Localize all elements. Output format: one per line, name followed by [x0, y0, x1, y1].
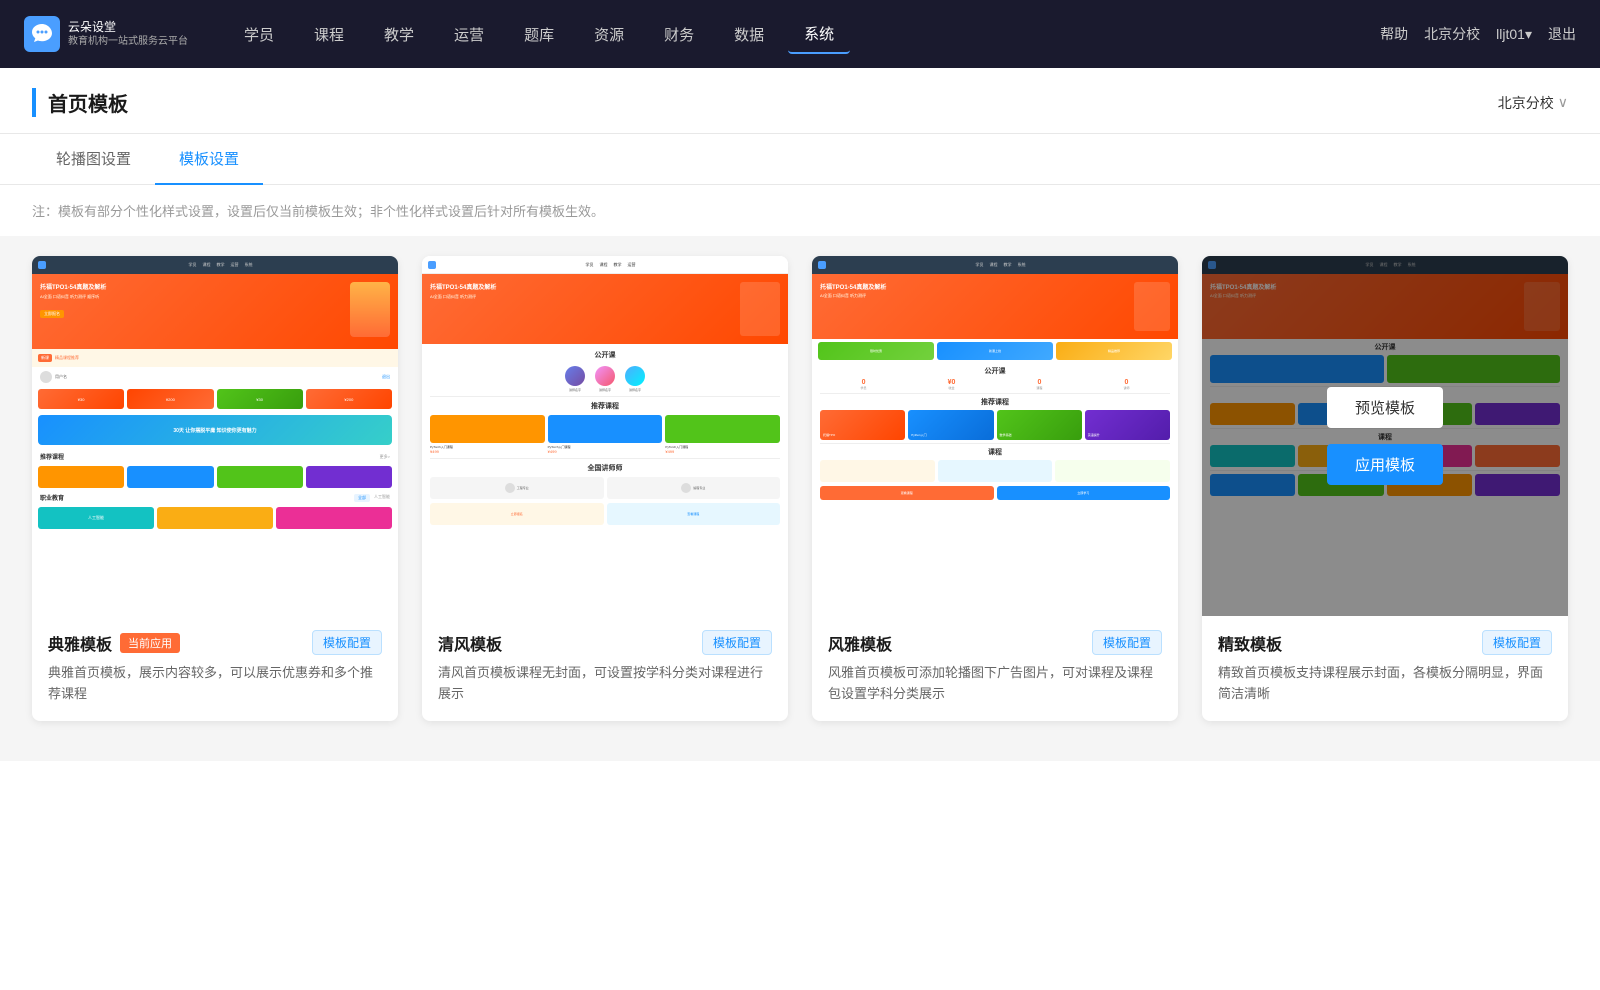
template-1-name: 典雅模板 — [48, 631, 112, 655]
tab-template[interactable]: 模板设置 — [155, 134, 263, 185]
logo-subtitle: 教育机构一站式服务云平台 — [68, 35, 188, 48]
config-button-3[interactable]: 模板配置 — [1092, 630, 1162, 655]
preview-button-1[interactable]: 预览模板 — [157, 387, 273, 428]
page-header: 首页模板 北京分校 ∨ — [0, 68, 1600, 134]
templates-grid: 学员 课程 教学 运营 系统 托福TPO1-54真题及解析 AI全面 — [32, 256, 1568, 721]
preview-button-4[interactable]: 预览模板 — [1327, 387, 1443, 428]
template-4-desc: 精致首页模板支持课程展示封面，各模板分隔明显，界面简洁清晰 — [1218, 663, 1552, 705]
logo: 云朵设堂 教育机构一站式服务云平台 — [24, 16, 188, 52]
template-1-footer: 典雅模板 当前应用 模板配置 典雅首页模板，展示内容较多，可以展示优惠券和多个推… — [32, 616, 398, 721]
nav-item-resources[interactable]: 资源 — [578, 16, 640, 53]
config-button-2[interactable]: 模板配置 — [702, 630, 772, 655]
template-preview-2[interactable]: 学员 课程 教学 运营 托福TPO1-54真题及解析 AI全面 口语纠音 听力测… — [422, 256, 788, 616]
template-3-desc: 风雅首页模板可添加轮播图下广告图片，可对课程及课程包设置学科分类展示 — [828, 663, 1162, 705]
apply-button-4[interactable]: 应用模板 — [1327, 444, 1443, 485]
user-dropdown[interactable]: lljt01▾ — [1496, 26, 1532, 43]
nav-item-finance[interactable]: 财务 — [648, 16, 710, 53]
logout-button[interactable]: 退出 — [1548, 24, 1576, 44]
content-area: 学员 课程 教学 运营 系统 托福TPO1-54真题及解析 AI全面 — [0, 236, 1600, 761]
template-preview-4[interactable]: 学员 课程 教学 系统 托福TPO1-54真题及解析 AI全面 口语纠音 听力测… — [1202, 256, 1568, 616]
nav-item-teaching[interactable]: 教学 — [368, 16, 430, 53]
apply-button-3[interactable]: 应用模板 — [937, 444, 1053, 485]
nav-item-courses[interactable]: 课程 — [298, 16, 360, 53]
help-link[interactable]: 帮助 — [1380, 24, 1408, 44]
page-title: 首页模板 — [32, 88, 128, 117]
nav-right: 帮助 北京分校 lljt01▾ 退出 — [1380, 24, 1576, 44]
template-card-3: 学员 课程 教学 系统 托福TPO1-54真题及解析 AI全面 口语纠音 听力测… — [812, 256, 1178, 721]
chevron-down-icon: ∨ — [1558, 94, 1568, 111]
branch-selector[interactable]: 北京分校 ∨ — [1498, 93, 1568, 113]
preview-button-2[interactable]: 预览模板 — [547, 387, 663, 428]
template-2-name: 清风模板 — [438, 631, 502, 655]
template-card-1: 学员 课程 教学 运营 系统 托福TPO1-54真题及解析 AI全面 — [32, 256, 398, 721]
page: 首页模板 北京分校 ∨ 轮播图设置 模板设置 注：模板有部分个性化样式设置，设置… — [0, 68, 1600, 990]
template-2-desc: 清风首页模板课程无封面，可设置按学科分类对课程进行展示 — [438, 663, 772, 705]
nav-item-system[interactable]: 系统 — [788, 15, 850, 54]
template-4-name: 精致模板 — [1218, 631, 1282, 655]
template-2-footer: 清风模板 模板配置 清风首页模板课程无封面，可设置按学科分类对课程进行展示 — [422, 616, 788, 721]
template-preview-3[interactable]: 学员 课程 教学 系统 托福TPO1-54真题及解析 AI全面 口语纠音 听力测… — [812, 256, 1178, 616]
branch-link[interactable]: 北京分校 — [1424, 24, 1480, 44]
template-preview-1[interactable]: 学员 课程 教学 运营 系统 托福TPO1-54真题及解析 AI全面 — [32, 256, 398, 616]
logo-name: 云朵设堂 — [68, 20, 188, 36]
logo-icon — [24, 16, 60, 52]
nav-items: 学员 课程 教学 运营 题库 资源 财务 数据 系统 — [228, 15, 1380, 54]
template-3-footer: 风雅模板 模板配置 风雅首页模板可添加轮播图下广告图片，可对课程及课程包设置学科… — [812, 616, 1178, 721]
config-button-4[interactable]: 模板配置 — [1482, 630, 1552, 655]
template-4-footer: 精致模板 模板配置 精致首页模板支持课程展示封面，各模板分隔明显，界面简洁清晰 — [1202, 616, 1568, 721]
nav-item-operations[interactable]: 运营 — [438, 16, 500, 53]
nav-item-data[interactable]: 数据 — [718, 16, 780, 53]
current-badge-1: 当前应用 — [120, 633, 180, 653]
preview-button-3[interactable]: 预览模板 — [937, 387, 1053, 428]
tabs: 轮播图设置 模板设置 — [0, 134, 1600, 185]
apply-button-1[interactable]: 应用模板 — [157, 444, 273, 485]
apply-button-2[interactable]: 应用模板 — [547, 444, 663, 485]
tab-carousel[interactable]: 轮播图设置 — [32, 134, 155, 185]
nav-item-questionbank[interactable]: 题库 — [508, 16, 570, 53]
navigation: 云朵设堂 教育机构一站式服务云平台 学员 课程 教学 运营 题库 资源 财务 数… — [0, 0, 1600, 68]
template-card-4: 学员 课程 教学 系统 托福TPO1-54真题及解析 AI全面 口语纠音 听力测… — [1202, 256, 1568, 721]
template-1-desc: 典雅首页模板，展示内容较多，可以展示优惠券和多个推荐课程 — [48, 663, 382, 705]
config-button-1[interactable]: 模板配置 — [312, 630, 382, 655]
template-card-2: 学员 课程 教学 运营 托福TPO1-54真题及解析 AI全面 口语纠音 听力测… — [422, 256, 788, 721]
template-3-name: 风雅模板 — [828, 631, 892, 655]
template-4-overlay: 预览模板 应用模板 — [1202, 256, 1568, 616]
notice-text: 注：模板有部分个性化样式设置，设置后仅当前模板生效；非个性化样式设置后针对所有模… — [0, 185, 1600, 236]
nav-item-students[interactable]: 学员 — [228, 16, 290, 53]
